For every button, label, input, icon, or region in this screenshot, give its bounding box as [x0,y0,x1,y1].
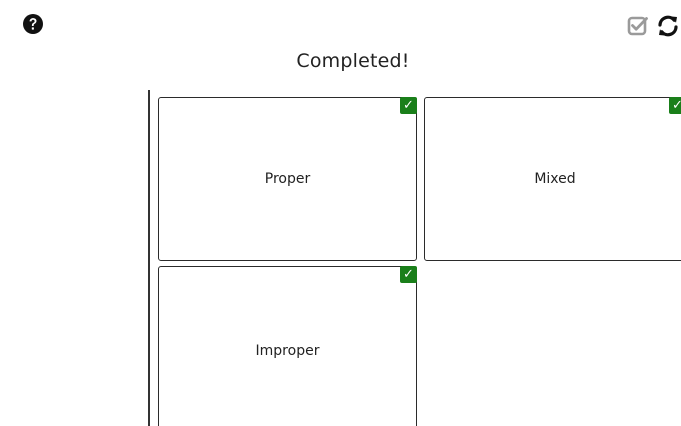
answer-card-improper[interactable]: Improper ✓ [158,266,417,426]
card-label: Improper [255,343,320,359]
activity-window: Completed! Proper ✓ Mixed ✓ Improper ✓ [0,0,681,426]
check-mark-icon: ✓ [400,266,417,283]
help-button[interactable] [22,13,44,35]
check-mark-icon: ✓ [400,97,417,114]
refresh-icon [658,15,678,37]
card-label: Proper [264,171,311,187]
vertical-divider [148,90,150,426]
check-answers-button[interactable] [627,15,649,37]
checkbox-check-icon [627,16,648,36]
refresh-button[interactable] [655,14,681,38]
check-mark-icon: ✓ [669,97,681,114]
status-message: Completed! [296,50,410,72]
answer-card-proper[interactable]: Proper ✓ [158,97,417,261]
card-label: Mixed [534,171,576,187]
answer-card-mixed[interactable]: Mixed ✓ [424,97,681,261]
question-circle-icon [23,14,43,34]
